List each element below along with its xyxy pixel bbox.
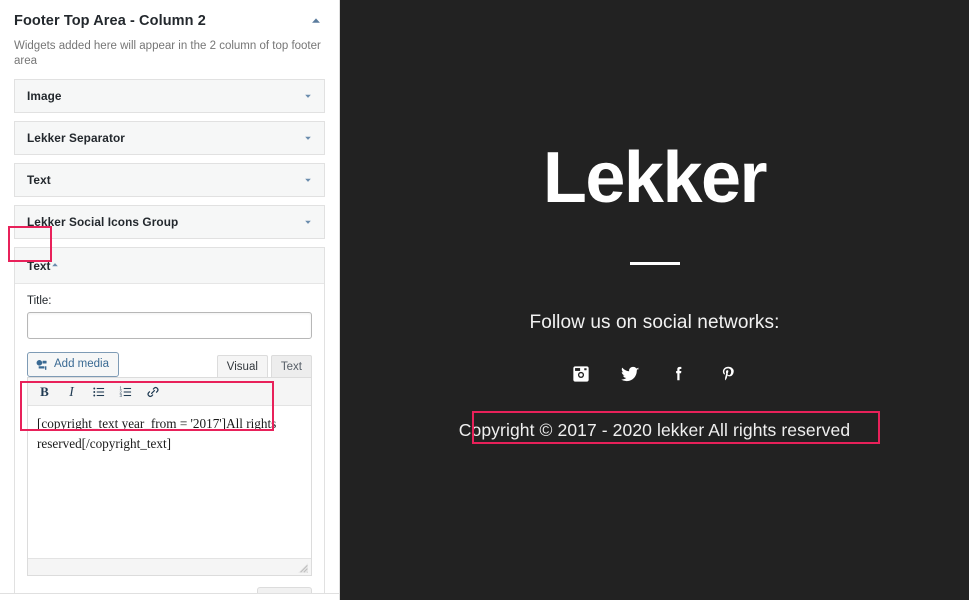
site-preview: Lekker Follow us on social networks: Cop… bbox=[340, 0, 969, 600]
panel-description: Widgets added here will appear in the 2 … bbox=[14, 40, 321, 67]
widget-row-text-open[interactable]: Text bbox=[15, 248, 324, 284]
widget-label: Text bbox=[27, 173, 51, 187]
follow-us-text: Follow us on social networks: bbox=[529, 312, 780, 333]
tab-text[interactable]: Text bbox=[270, 355, 312, 377]
widget-row-lekker-separator[interactable]: Lekker Separator bbox=[14, 121, 325, 155]
widget-label: Lekker Separator bbox=[27, 131, 125, 145]
link-icon[interactable] bbox=[140, 380, 165, 404]
title-input[interactable] bbox=[27, 312, 312, 339]
editor-status-bar bbox=[28, 558, 311, 575]
panel-header: Footer Top Area - Column 2 Widgets added… bbox=[0, 0, 339, 79]
instagram-icon[interactable] bbox=[571, 364, 591, 384]
pinterest-icon[interactable] bbox=[718, 364, 738, 384]
chevron-up-icon[interactable] bbox=[309, 14, 323, 28]
widget-label: Text bbox=[27, 258, 51, 273]
copyright-text: Copyright © 2017 - 2020 lekker All right… bbox=[458, 420, 851, 440]
rich-text-editor: B I 1 2 3 [copyright_text year_from = '2… bbox=[27, 377, 312, 576]
site-logo: Lekker bbox=[542, 138, 768, 218]
sidebar-bottom-strip bbox=[0, 593, 339, 600]
editor-toolbar-top: Add media Visual Text bbox=[27, 351, 312, 377]
bullet-list-icon[interactable] bbox=[86, 380, 111, 404]
title-label: Title: bbox=[27, 295, 52, 307]
facebook-icon[interactable] bbox=[669, 364, 689, 384]
editor-content[interactable]: [copyright_text year_from = '2017']All r… bbox=[28, 406, 311, 558]
chevron-down-icon[interactable] bbox=[303, 91, 313, 101]
tab-visual[interactable]: Visual bbox=[216, 355, 268, 377]
add-media-label: Add media bbox=[54, 357, 109, 370]
editor-format-toolbar: B I 1 2 3 bbox=[28, 378, 311, 406]
twitter-icon[interactable] bbox=[620, 364, 640, 384]
svg-text:3: 3 bbox=[119, 393, 122, 398]
widget-row-text[interactable]: Text bbox=[14, 163, 325, 197]
logo-separator bbox=[629, 262, 680, 265]
widget-customizer-sidebar: Footer Top Area - Column 2 Widgets added… bbox=[0, 0, 340, 600]
italic-icon[interactable]: I bbox=[59, 380, 84, 404]
numbered-list-icon[interactable]: 1 2 3 bbox=[113, 380, 138, 404]
add-media-button[interactable]: Add media bbox=[27, 352, 119, 377]
page-title: Footer Top Area - Column 2 bbox=[14, 13, 206, 29]
widget-label: Image bbox=[27, 89, 62, 103]
chevron-down-icon[interactable] bbox=[303, 217, 313, 227]
social-icons-row bbox=[571, 364, 738, 384]
resize-grip-icon[interactable] bbox=[296, 561, 309, 574]
chevron-down-icon[interactable] bbox=[303, 175, 313, 185]
widget-row-image[interactable]: Image bbox=[14, 79, 325, 113]
chevron-down-icon[interactable] bbox=[303, 133, 313, 143]
media-icon bbox=[35, 358, 49, 372]
chevron-up-icon[interactable] bbox=[50, 257, 60, 275]
widget-text-body: Title: Add media Visual Text B I 1 2 3 [… bbox=[15, 284, 324, 600]
widget-label: Lekker Social Icons Group bbox=[27, 215, 179, 229]
bold-icon[interactable]: B bbox=[32, 380, 57, 404]
widget-list: Image Lekker Separator Text Lekker Socia… bbox=[0, 79, 339, 600]
widget-text-expanded: Text Title: Add media Visual Text B I 1 … bbox=[14, 247, 325, 600]
widget-row-lekker-social-icons-group[interactable]: Lekker Social Icons Group bbox=[14, 205, 325, 239]
editor-mode-tabs: Visual Text bbox=[216, 355, 312, 377]
customizer-screen: Footer Top Area - Column 2 Widgets added… bbox=[0, 0, 969, 600]
